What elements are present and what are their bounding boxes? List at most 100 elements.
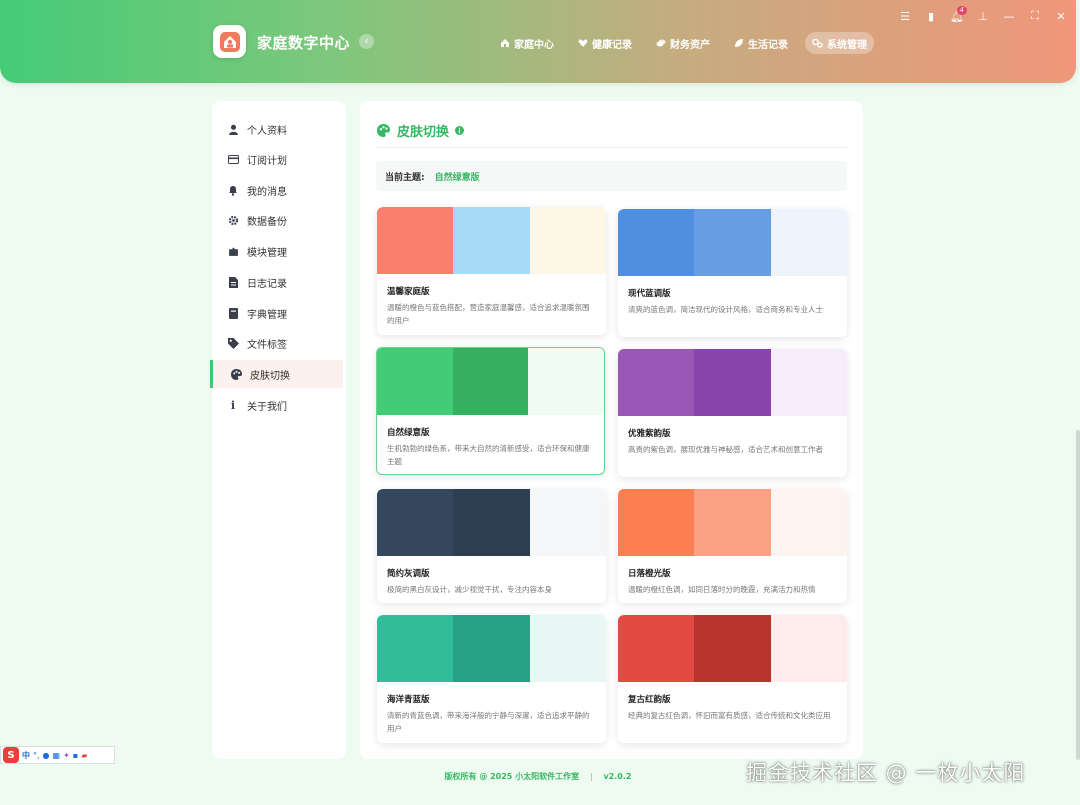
- settings-sidebar: 个人资料 订阅计划 我的消息 数据备份 模块管理 日志记录 字典管理 文件标签 …: [210, 101, 346, 759]
- copyright-text: 版权所有 @ 2025 小太阳软件工作室: [444, 772, 580, 781]
- page-title-text: 皮肤切换: [397, 125, 450, 140]
- tools-icon[interactable]: ▰: [81, 751, 87, 760]
- swatch: [618, 489, 695, 556]
- tag-icon: [227, 337, 239, 349]
- theme-card-nature-green[interactable]: 自然绿意版 生机勃勃的绿色系，带来大自然的清新感受，适合环保和健康主题: [376, 347, 605, 475]
- sliders-icon[interactable]: ☰: [892, 9, 918, 23]
- info-icon: i: [230, 398, 236, 412]
- swatch: [618, 349, 695, 416]
- theme-name: 现代蓝调版: [628, 289, 671, 299]
- swatch: [770, 349, 847, 416]
- microphone-icon[interactable]: ●: [43, 751, 50, 760]
- gears-icon: [812, 38, 823, 48]
- sidebar-item-label: 皮肤切换: [250, 370, 290, 382]
- scrollbar-thumb[interactable]: [1076, 430, 1080, 760]
- sogou-logo-icon: S: [3, 747, 19, 763]
- theme-desc: 温暖的橙色与蓝色搭配，营造家庭温馨感，适合追求温暖氛围的用户: [387, 303, 590, 325]
- nav-health-label: 健康记录: [592, 39, 632, 51]
- swatch: [770, 209, 847, 276]
- sidebar-item-label: 个人资料: [247, 125, 287, 137]
- coins-icon: [656, 39, 666, 47]
- color-swatches: [618, 209, 847, 276]
- sidebar-item-tags[interactable]: 文件标签: [212, 329, 346, 357]
- nav-home[interactable]: 家庭中心: [493, 32, 561, 54]
- nav-finance[interactable]: 财务资产: [649, 32, 717, 54]
- theme-card-minimal-gray[interactable]: 简约灰调版 极简的黑白灰设计，减少视觉干扰，专注内容本身: [377, 489, 606, 603]
- swatch: [694, 615, 771, 682]
- ime-toolbar[interactable]: S 中 °, ● ▦ ✦ ▪ ▰: [0, 746, 115, 764]
- book-icon: [227, 307, 239, 319]
- pin-icon[interactable]: ⊥: [970, 9, 996, 23]
- swatch: [377, 207, 454, 274]
- apps-icon[interactable]: ▪: [73, 751, 78, 760]
- swatch: [528, 348, 604, 415]
- sidebar-item-label: 日志记录: [247, 278, 287, 290]
- divider: [377, 147, 847, 148]
- gear-icon: [227, 214, 239, 226]
- info-circle-icon[interactable]: [455, 126, 465, 135]
- theme-name: 简约灰调版: [387, 569, 430, 579]
- keyboard-icon[interactable]: ▦: [53, 751, 61, 760]
- sidebar-item-label: 文件标签: [247, 339, 287, 351]
- lock-icon[interactable]: ▮: [918, 9, 944, 23]
- theme-card-warm-family[interactable]: 温馨家庭版 温暖的橙色与蓝色搭配，营造家庭温馨感，适合追求温暖氛围的用户: [377, 207, 606, 335]
- sidebar-item-subscription[interactable]: 订阅计划: [212, 145, 346, 173]
- sidebar-item-messages[interactable]: 我的消息: [212, 176, 346, 204]
- footer-separator: |: [589, 772, 593, 781]
- ime-lang-label[interactable]: 中: [22, 750, 30, 761]
- theme-name: 日落橙光版: [628, 569, 671, 579]
- swatch: [453, 615, 530, 682]
- nav-life[interactable]: 生活记录: [727, 32, 795, 54]
- puzzle-icon: [227, 245, 239, 257]
- sidebar-item-label: 关于我们: [247, 401, 287, 413]
- color-swatches: [618, 615, 847, 682]
- skin-icon[interactable]: ✦: [63, 751, 70, 760]
- theme-name: 复古红韵版: [628, 695, 671, 705]
- app-header: 家庭数字中心 ‹ 家庭中心 健康记录 财务资产 生活记录 系统管理 ☰ ▮ 🔔︎…: [0, 0, 1076, 83]
- sidebar-item-skin[interactable]: 皮肤切换: [210, 360, 343, 388]
- leaf-icon: [735, 39, 743, 47]
- theme-card-ocean-teal[interactable]: 海洋青蓝版 清新的青蓝色调，带来海洋般的宁静与深邃，适合追求平静的用户: [377, 615, 606, 743]
- sidebar-item-label: 数据备份: [247, 216, 287, 228]
- current-theme-bar: 当前主题: 自然绿意版: [376, 161, 847, 191]
- sidebar-item-profile[interactable]: 个人资料: [212, 115, 346, 143]
- house-logo-icon: [219, 31, 240, 52]
- nav-life-label: 生活记录: [748, 39, 788, 51]
- nav-finance-label: 财务资产: [670, 39, 710, 51]
- theme-name: 优雅紫韵版: [628, 429, 671, 439]
- theme-desc: 清新的青蓝色调，带来海洋般的宁静与深邃，适合追求平静的用户: [387, 711, 590, 733]
- swatch: [529, 489, 606, 556]
- nav-health[interactable]: 健康记录: [571, 32, 639, 54]
- nav-system[interactable]: 系统管理: [805, 32, 874, 54]
- swatch: [377, 348, 453, 415]
- sidebar-item-dictionary[interactable]: 字典管理: [212, 299, 346, 327]
- sidebar-item-logs[interactable]: 日志记录: [212, 268, 346, 296]
- sidebar-item-label: 字典管理: [247, 309, 287, 321]
- sidebar-item-modules[interactable]: 模块管理: [212, 237, 346, 265]
- swatch: [694, 349, 771, 416]
- punctuation-icon[interactable]: °,: [33, 751, 40, 760]
- nav-home-label: 家庭中心: [514, 39, 554, 51]
- palette-icon: [230, 368, 242, 380]
- app-logo[interactable]: [213, 25, 246, 58]
- sidebar-item-backup[interactable]: 数据备份: [212, 206, 346, 234]
- theme-name: 海洋青蓝版: [387, 695, 430, 705]
- chevron-left-icon: ‹: [364, 36, 369, 47]
- color-swatches: [618, 349, 847, 416]
- app-title: 家庭数字中心: [257, 34, 351, 52]
- theme-card-modern-blue[interactable]: 现代蓝调版 清爽的蓝色调，简洁现代的设计风格，适合商务和专业人士: [618, 209, 847, 337]
- theme-card-sunset-orange[interactable]: 日落橙光版 温暖的橙红色调，如同日落时分的晚霞，充满活力和热情: [618, 489, 847, 603]
- swatch: [453, 207, 530, 274]
- theme-name: 自然绿意版: [387, 428, 430, 438]
- close-icon[interactable]: ✕: [1048, 9, 1074, 23]
- swatch: [529, 615, 606, 682]
- minimize-icon[interactable]: —: [996, 9, 1022, 23]
- theme-card-retro-red[interactable]: 复古红韵版 经典的复古红色调，怀旧而富有质感，适合传统和文化类应用: [618, 615, 847, 743]
- collapse-sidebar-button[interactable]: ‹: [359, 34, 374, 49]
- theme-card-elegant-purple[interactable]: 优雅紫韵版 高贵的紫色调，展现优雅与神秘感，适合艺术和创意工作者: [618, 349, 847, 477]
- maximize-icon[interactable]: ⛶: [1022, 9, 1048, 23]
- swatch: [694, 209, 771, 276]
- sidebar-item-about[interactable]: i 关于我们: [212, 391, 346, 419]
- swatch: [618, 209, 695, 276]
- bell-icon[interactable]: 🔔︎ 4: [944, 6, 970, 23]
